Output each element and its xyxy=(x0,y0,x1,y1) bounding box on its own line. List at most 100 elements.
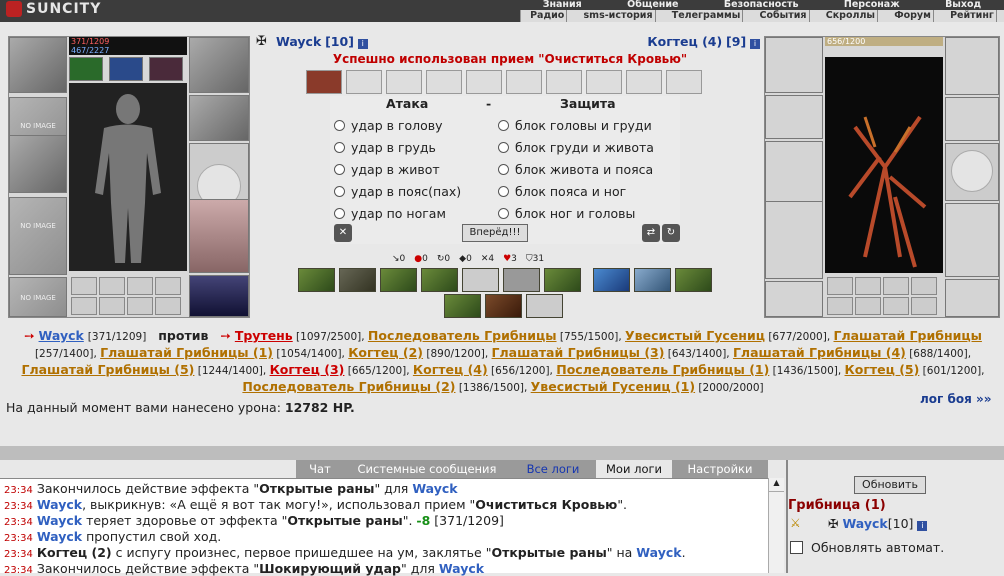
enemy-name-link[interactable]: Когтец (3) xyxy=(270,362,345,377)
enemy-ring-slot[interactable] xyxy=(827,277,853,295)
player-charm-slot[interactable] xyxy=(71,297,97,315)
menu-character[interactable]: Персонаж xyxy=(844,0,900,10)
player-name-link[interactable]: Wayck [10] i xyxy=(276,34,368,49)
logo[interactable]: SUNCITY xyxy=(6,1,101,17)
player-ring-slot[interactable] xyxy=(71,277,97,295)
menu-events[interactable]: События xyxy=(758,10,810,22)
menu-exit[interactable]: Выход xyxy=(945,0,981,10)
defense-option[interactable]: блок головы и груди xyxy=(498,118,652,133)
player-ring-slot[interactable] xyxy=(99,277,125,295)
player-link[interactable]: Wayck xyxy=(636,545,681,560)
enemy-gloves-slot[interactable] xyxy=(945,97,999,141)
menu-sms-history[interactable]: sms-история xyxy=(582,10,656,22)
player-ring-slot[interactable] xyxy=(155,277,181,295)
enemy-name-link[interactable]: Глашатай Грибницы (1) xyxy=(100,345,273,360)
enemy-ring-slot[interactable] xyxy=(911,277,937,295)
menu-rating[interactable]: Рейтинг xyxy=(948,10,997,22)
tab-system[interactable]: Системные сообщения xyxy=(344,460,510,478)
enemy-pants-slot[interactable] xyxy=(945,203,999,277)
player-ring-slot[interactable] xyxy=(127,277,153,295)
battle-log-link[interactable]: лог боя »» xyxy=(920,392,992,406)
enemy-name-link[interactable]: Глашатай Грибницы xyxy=(834,328,982,343)
attack-option[interactable]: удар в живот xyxy=(334,162,440,177)
scroll-slot[interactable] xyxy=(546,70,582,94)
enemy-armor-slot[interactable] xyxy=(765,201,823,279)
attack-option[interactable]: удар в грудь xyxy=(334,140,436,155)
menu-radio[interactable]: Радио xyxy=(528,10,568,22)
tab-my-logs[interactable]: Мои логи xyxy=(596,460,672,478)
scroll-slot[interactable] xyxy=(666,70,702,94)
scroll-slot[interactable] xyxy=(386,70,422,94)
scroll-slot[interactable] xyxy=(466,70,502,94)
player-charm-slot[interactable] xyxy=(155,297,181,315)
enemy-shield-slot[interactable] xyxy=(945,143,999,201)
defense-option[interactable]: блок пояса и ног xyxy=(498,184,626,199)
player-link[interactable]: Wayck xyxy=(37,497,82,512)
enemy-name-link[interactable]: Увесистый Гусениц xyxy=(625,328,765,343)
skill-icon[interactable] xyxy=(593,268,630,292)
scroll-slot[interactable] xyxy=(426,70,462,94)
enemy-charm-slot[interactable] xyxy=(827,297,853,315)
player-link[interactable]: Wayck xyxy=(439,561,484,576)
cancel-icon[interactable]: ✕ xyxy=(334,224,352,242)
skill-icon[interactable] xyxy=(339,268,376,292)
player-effect-3[interactable] xyxy=(149,57,183,81)
player-weapon-slot[interactable] xyxy=(9,135,67,193)
skill-icon[interactable] xyxy=(485,294,522,318)
player-helmet-slot[interactable] xyxy=(9,37,67,93)
scroll-up-icon[interactable]: ▲ xyxy=(769,478,784,492)
enemy-name-link[interactable]: Глашатай Грибницы (4) xyxy=(733,345,906,360)
defense-option[interactable]: блок живота и пояса xyxy=(498,162,653,177)
menu-telegrams[interactable]: Телеграммы xyxy=(670,10,744,22)
skill-icon[interactable] xyxy=(462,268,499,292)
enemy-name-link[interactable]: Последователь Грибницы (1) xyxy=(556,362,769,377)
enemy-name-link[interactable]: Последователь Грибницы (2) xyxy=(242,379,455,394)
player-boots-slot[interactable] xyxy=(189,275,249,317)
enemy-charm-slot[interactable] xyxy=(911,297,937,315)
enemy-boots-slot[interactable] xyxy=(945,279,999,317)
player-armor-slot[interactable]: NO IMAGE xyxy=(9,197,67,275)
enemy-helmet-slot[interactable] xyxy=(765,37,823,93)
go-button[interactable]: Вперёд!!! xyxy=(462,224,528,242)
scroll-slot[interactable] xyxy=(306,70,342,94)
attack-option[interactable]: удар в голову xyxy=(334,118,443,133)
scroll-slot[interactable] xyxy=(626,70,662,94)
skill-icon[interactable] xyxy=(526,294,563,318)
skill-icon[interactable] xyxy=(298,268,335,292)
skill-icon[interactable] xyxy=(503,268,540,292)
enemy-name-link[interactable]: Увесистый Гусениц (1) xyxy=(531,379,695,394)
tab-settings[interactable]: Настройки xyxy=(672,460,768,478)
player-effect-2[interactable] xyxy=(109,57,143,81)
enemy-name-link[interactable]: Когтец (4) [9] i xyxy=(647,34,760,49)
enemy-name-link[interactable]: Когтец (2) xyxy=(348,345,423,360)
enemy-ring-slot[interactable] xyxy=(883,277,909,295)
enemy-name-link[interactable]: Трутень xyxy=(235,328,293,343)
enemy-amulet-slot[interactable] xyxy=(945,37,999,95)
skill-icon[interactable] xyxy=(421,268,458,292)
menu-scrolls[interactable]: Скроллы xyxy=(824,10,878,22)
player-link[interactable]: Wayck xyxy=(37,529,82,544)
enemy-belt-slot[interactable] xyxy=(765,281,823,317)
refresh-icon[interactable]: ↻ xyxy=(662,224,680,242)
skill-icon[interactable] xyxy=(544,268,581,292)
info-icon[interactable]: i xyxy=(750,39,760,49)
player-belt-slot[interactable]: NO IMAGE xyxy=(9,277,67,317)
skill-icon[interactable] xyxy=(444,294,481,318)
player-pants-slot[interactable] xyxy=(189,199,249,273)
skill-icon[interactable] xyxy=(380,268,417,292)
attack-option[interactable]: удар по ногам xyxy=(334,206,446,221)
enemy-name-link[interactable]: Когтец (5) xyxy=(845,362,920,377)
skill-icon[interactable] xyxy=(675,268,712,292)
refresh-button[interactable]: Обновить xyxy=(854,476,926,494)
auto-refresh-checkbox[interactable] xyxy=(790,541,803,554)
enemy-name-link[interactable]: Глашатай Грибницы (3) xyxy=(492,345,665,360)
enemy-charm-slot[interactable] xyxy=(855,297,881,315)
attack-option[interactable]: удар в пояс(пах) xyxy=(334,184,461,199)
player-gloves-slot[interactable] xyxy=(189,95,249,141)
tab-all-logs[interactable]: Все логи xyxy=(510,460,596,478)
skill-icon[interactable] xyxy=(634,268,671,292)
scroll-slot[interactable] xyxy=(346,70,382,94)
player-amulet-slot[interactable] xyxy=(189,37,249,93)
defense-option[interactable]: блок груди и живота xyxy=(498,140,654,155)
player-charm-slot[interactable] xyxy=(127,297,153,315)
